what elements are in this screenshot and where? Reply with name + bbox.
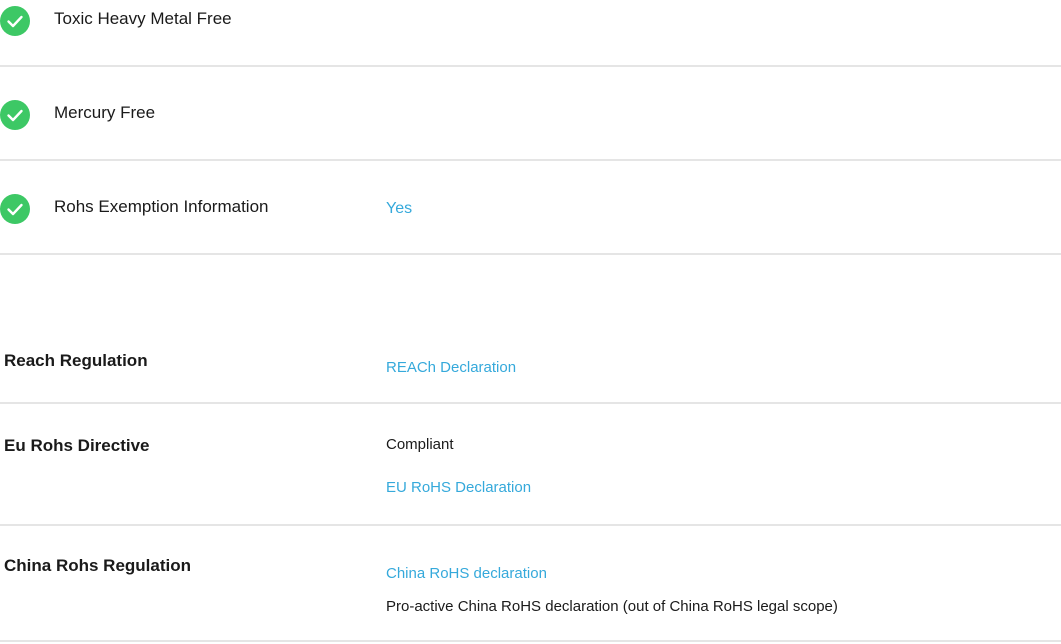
divider: [0, 402, 1061, 404]
divider: [0, 253, 1061, 255]
regulation-title: Eu Rohs Directive: [4, 436, 150, 455]
eu-rohs-declaration-link[interactable]: EU RoHS Declaration: [386, 478, 531, 498]
check-label: Mercury Free: [54, 103, 156, 122]
check-label: Toxic Heavy Metal Free: [54, 9, 232, 28]
check-circle-icon: [0, 194, 30, 224]
check-row-rohs-exemption: Rohs Exemption Information Yes: [0, 194, 1061, 224]
check-circle-icon: [0, 100, 30, 130]
rohs-exemption-yes-link[interactable]: Yes: [386, 198, 412, 220]
check-row-toxic-heavy-metal-free: Toxic Heavy Metal Free: [0, 6, 1061, 36]
check-label: Rohs Exemption Information: [54, 197, 269, 216]
divider: [0, 159, 1061, 161]
regulation-title: China Rohs Regulation: [4, 556, 191, 575]
reach-declaration-link[interactable]: REACh Declaration: [386, 358, 516, 378]
divider: [0, 65, 1061, 67]
divider: [0, 524, 1061, 526]
divider: [0, 640, 1061, 642]
check-row-mercury-free: Mercury Free: [0, 100, 1061, 130]
china-rohs-proactive-note: Pro-active China RoHS declaration (out o…: [386, 598, 838, 615]
regulation-title: Reach Regulation: [4, 351, 148, 370]
compliance-status: Compliant: [386, 436, 454, 453]
check-circle-icon: [0, 6, 30, 36]
china-rohs-declaration-link[interactable]: China RoHS declaration: [386, 564, 547, 584]
